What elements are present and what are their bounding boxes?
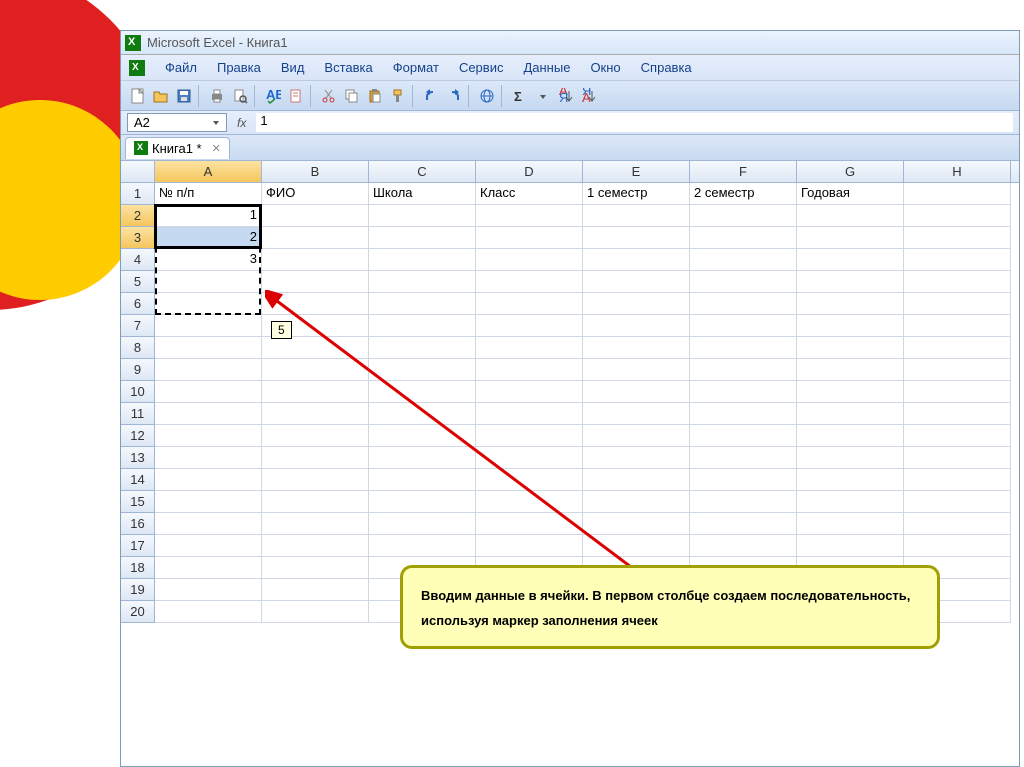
research-icon[interactable] <box>285 85 307 107</box>
undo-icon[interactable] <box>420 85 442 107</box>
col-header-E[interactable]: E <box>583 161 690 182</box>
row-header-1[interactable]: 1 <box>121 183 155 205</box>
menu-file[interactable]: Файл <box>155 57 207 78</box>
svg-text:Σ: Σ <box>514 89 522 104</box>
row-header-18[interactable]: 18 <box>121 557 155 579</box>
col-header-C[interactable]: C <box>369 161 476 182</box>
open-icon[interactable] <box>150 85 172 107</box>
row-header-20[interactable]: 20 <box>121 601 155 623</box>
new-doc-icon[interactable] <box>127 85 149 107</box>
row-header-12[interactable]: 12 <box>121 425 155 447</box>
menu-view[interactable]: Вид <box>271 57 315 78</box>
row-header-10[interactable]: 10 <box>121 381 155 403</box>
select-all-corner[interactable] <box>121 161 155 182</box>
row-header-19[interactable]: 19 <box>121 579 155 601</box>
workbook-icon <box>134 141 148 155</box>
row-header-3[interactable]: 3 <box>121 227 155 249</box>
app-menu-icon[interactable] <box>129 60 145 76</box>
excel-window: Microsoft Excel - Книга1 Файл Правка Вид… <box>120 30 1020 767</box>
row-1: 1 № п/п ФИО Школа Класс 1 семестр 2 семе… <box>121 183 1019 205</box>
cell-E1[interactable]: 1 семестр <box>583 183 690 205</box>
row-header-5[interactable]: 5 <box>121 271 155 293</box>
sort-desc-icon[interactable]: ЯА <box>578 85 600 107</box>
window-title: Microsoft Excel - Книга1 <box>147 35 288 50</box>
sort-asc-icon[interactable]: АЯ <box>555 85 577 107</box>
row-header-4[interactable]: 4 <box>121 249 155 271</box>
menu-format[interactable]: Формат <box>383 57 449 78</box>
row-header-7[interactable]: 7 <box>121 315 155 337</box>
title-bar: Microsoft Excel - Книга1 <box>121 31 1019 55</box>
svg-text:Я: Я <box>559 90 568 104</box>
formula-bar: A2 fx 1 <box>121 111 1019 135</box>
fill-tooltip: 5 <box>271 321 292 339</box>
callout-text: Вводим данные в ячейки. В первом столбце… <box>421 588 910 628</box>
cut-icon[interactable] <box>318 85 340 107</box>
print-preview-icon[interactable] <box>229 85 251 107</box>
cell-D1[interactable]: Класс <box>476 183 583 205</box>
menu-bar: Файл Правка Вид Вставка Формат Сервис Да… <box>121 55 1019 81</box>
save-icon[interactable] <box>173 85 195 107</box>
cell-A1[interactable]: № п/п <box>155 183 262 205</box>
col-header-D[interactable]: D <box>476 161 583 182</box>
copy-icon[interactable] <box>341 85 363 107</box>
cell-B1[interactable]: ФИО <box>262 183 369 205</box>
row-header-11[interactable]: 11 <box>121 403 155 425</box>
cell-G1[interactable]: Годовая <box>797 183 904 205</box>
cell-H1[interactable] <box>904 183 1011 205</box>
fx-icon[interactable]: fx <box>237 116 246 130</box>
redo-icon[interactable] <box>443 85 465 107</box>
name-box-value: A2 <box>134 115 150 130</box>
paste-icon[interactable] <box>364 85 386 107</box>
row-3: 3 2 <box>121 227 1019 249</box>
column-headers: A B C D E F G H <box>121 161 1019 183</box>
row-header-14[interactable]: 14 <box>121 469 155 491</box>
close-tab-icon[interactable]: ✕ <box>212 142 221 155</box>
menu-edit[interactable]: Правка <box>207 57 271 78</box>
row-header-6[interactable]: 6 <box>121 293 155 315</box>
row-header-13[interactable]: 13 <box>121 447 155 469</box>
col-header-H[interactable]: H <box>904 161 1011 182</box>
print-icon[interactable] <box>206 85 228 107</box>
row-header-16[interactable]: 16 <box>121 513 155 535</box>
spreadsheet-grid[interactable]: A B C D E F G H 1 № п/п ФИО Школа Класс … <box>121 161 1019 766</box>
autosum-icon[interactable]: Σ <box>509 85 531 107</box>
menu-help[interactable]: Справка <box>631 57 702 78</box>
cell-C1[interactable]: Школа <box>369 183 476 205</box>
menu-data[interactable]: Данные <box>513 57 580 78</box>
row-header-17[interactable]: 17 <box>121 535 155 557</box>
dropdown-icon[interactable] <box>532 85 554 107</box>
workbook-tab[interactable]: Книга1 * ✕ <box>125 137 230 159</box>
cell-A3[interactable]: 2 <box>155 227 262 249</box>
menu-insert[interactable]: Вставка <box>314 57 382 78</box>
row-header-8[interactable]: 8 <box>121 337 155 359</box>
cell-A2[interactable]: 1 <box>155 205 262 227</box>
cell-A4[interactable]: 3 <box>155 249 262 271</box>
format-painter-icon[interactable] <box>387 85 409 107</box>
menu-tools[interactable]: Сервис <box>449 57 514 78</box>
workbook-tab-label: Книга1 * <box>152 141 202 156</box>
col-header-G[interactable]: G <box>797 161 904 182</box>
dropdown-icon[interactable] <box>212 119 220 127</box>
svg-text:А: А <box>582 90 591 104</box>
spellcheck-icon[interactable]: ABC <box>262 85 284 107</box>
row-header-2[interactable]: 2 <box>121 205 155 227</box>
row-header-15[interactable]: 15 <box>121 491 155 513</box>
cell-B2[interactable] <box>262 205 369 227</box>
col-header-F[interactable]: F <box>690 161 797 182</box>
row-4: 4 3 <box>121 249 1019 271</box>
name-box[interactable]: A2 <box>127 113 227 132</box>
col-header-B[interactable]: B <box>262 161 369 182</box>
row-header-9[interactable]: 9 <box>121 359 155 381</box>
workbook-tabs: Книга1 * ✕ <box>121 135 1019 161</box>
formula-input[interactable]: 1 <box>256 113 1013 132</box>
menu-window[interactable]: Окно <box>580 57 630 78</box>
standard-toolbar: ABC Σ АЯ ЯА <box>121 81 1019 111</box>
instruction-callout: Вводим данные в ячейки. В первом столбце… <box>400 565 940 649</box>
hyperlink-icon[interactable] <box>476 85 498 107</box>
excel-app-icon <box>125 35 141 51</box>
col-header-A[interactable]: A <box>155 161 262 182</box>
row-2: 2 1 <box>121 205 1019 227</box>
cell-F1[interactable]: 2 семестр <box>690 183 797 205</box>
